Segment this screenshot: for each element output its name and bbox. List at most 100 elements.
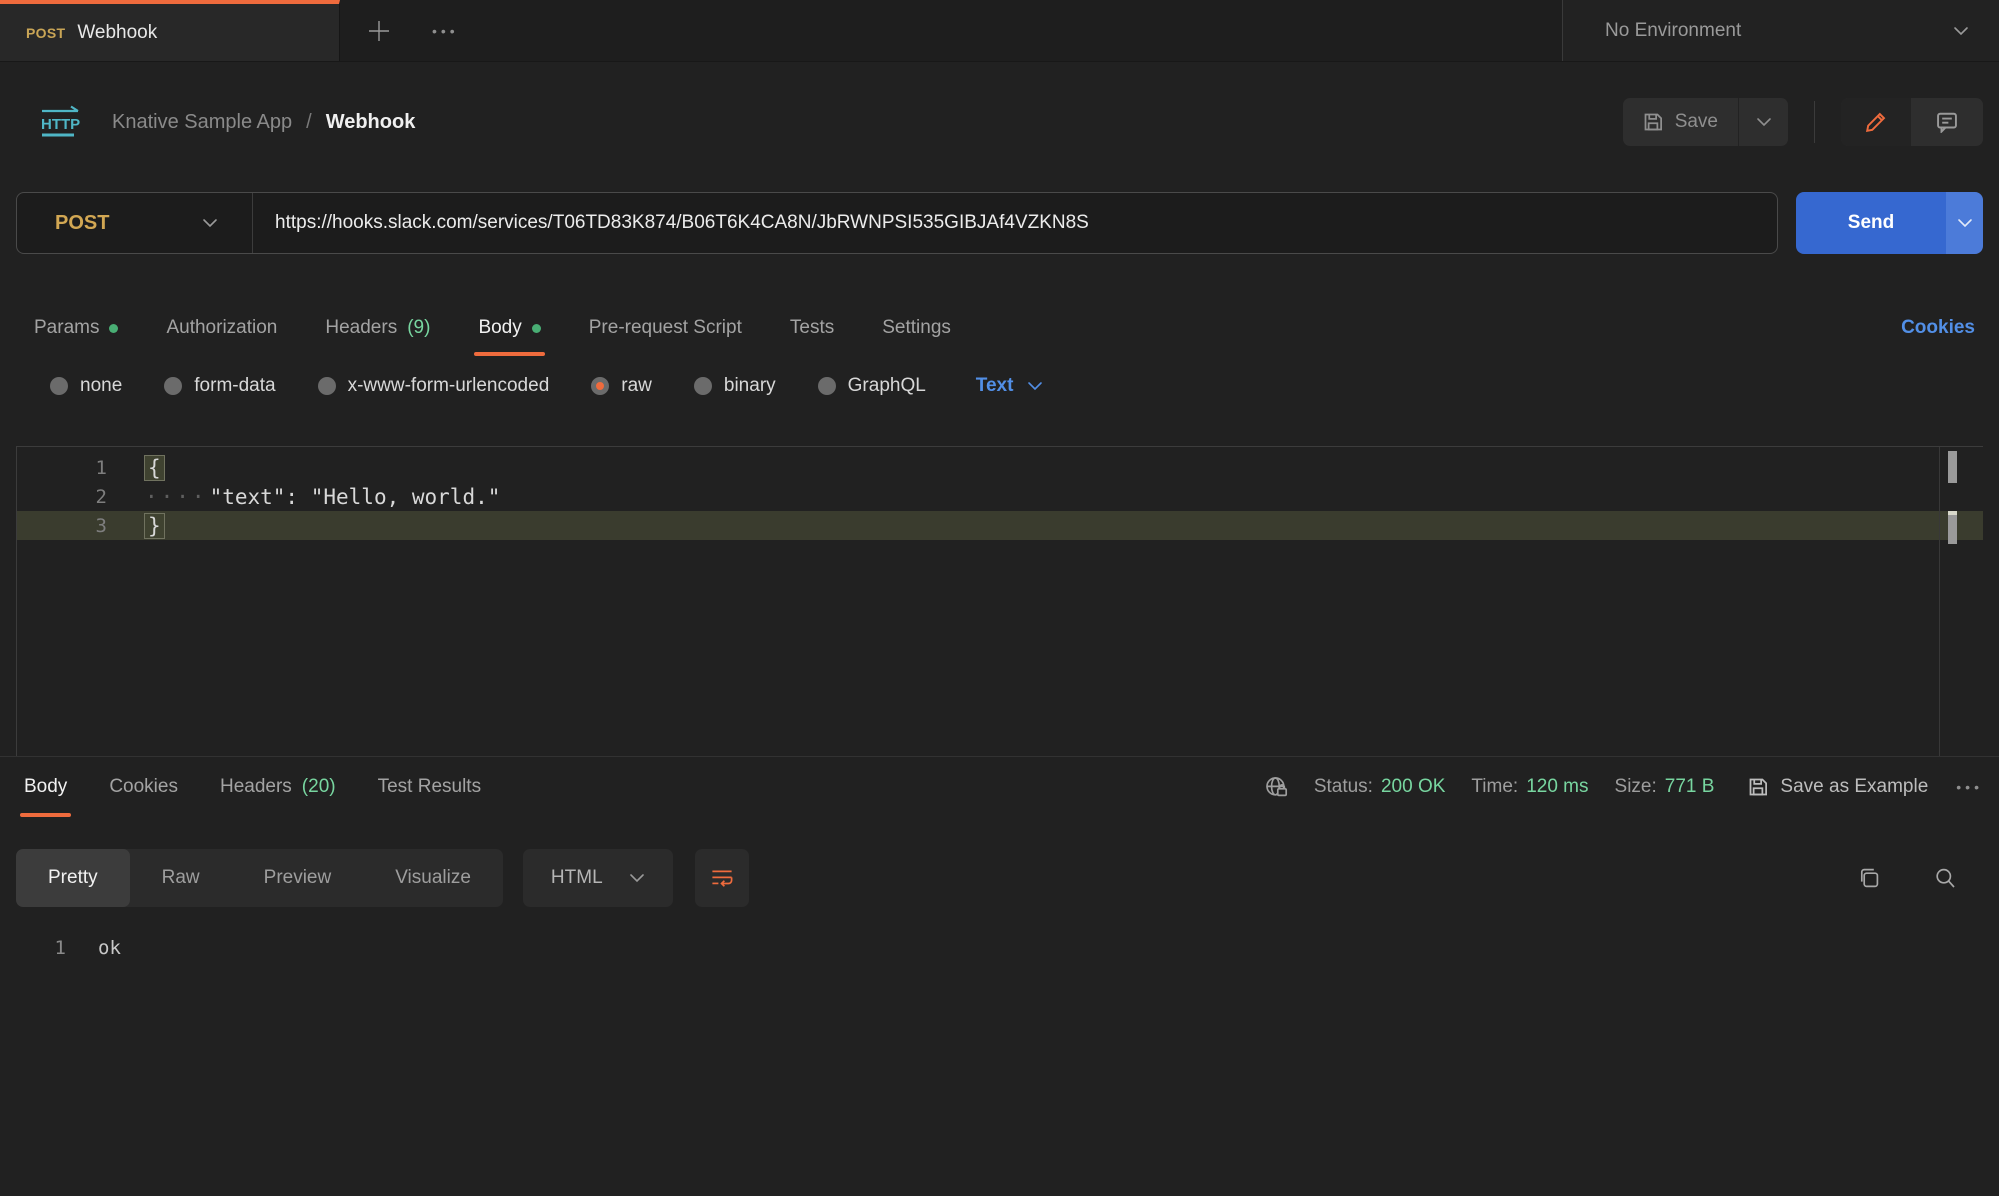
ruler-mark xyxy=(1948,451,1957,483)
method-selector[interactable]: POST xyxy=(17,193,253,253)
view-raw[interactable]: Raw xyxy=(130,849,232,907)
url-container: POST https://hooks.slack.com/services/T0… xyxy=(16,192,1778,254)
tab-settings-label: Settings xyxy=(882,317,951,339)
wrap-text-button[interactable] xyxy=(695,849,749,907)
copy-button[interactable] xyxy=(1857,866,1881,890)
response-tab-cookies-label: Cookies xyxy=(109,776,178,798)
tab-body-label: Body xyxy=(478,317,521,339)
send-split-button: Send xyxy=(1796,192,1983,254)
http-request-icon: HTTP xyxy=(38,105,88,139)
response-line: 1 ok xyxy=(0,933,1999,963)
method-label: POST xyxy=(55,212,109,235)
svg-text:HTTP: HTTP xyxy=(41,116,80,133)
environment-selector[interactable]: No Environment xyxy=(1562,0,1999,61)
mode-binary[interactable]: binary xyxy=(694,375,776,397)
save-options-button[interactable] xyxy=(1738,98,1788,146)
mode-graphql-label: GraphQL xyxy=(848,375,926,397)
search-button[interactable] xyxy=(1933,866,1957,890)
editor-line: 2 ····"text": "Hello, world." xyxy=(17,482,1983,511)
status-label: Status: xyxy=(1314,776,1373,798)
chevron-down-icon xyxy=(1957,218,1973,228)
comments-button[interactable] xyxy=(1911,98,1983,146)
mode-raw-label: raw xyxy=(621,375,652,397)
time-value[interactable]: 120 ms xyxy=(1526,776,1588,798)
globe-lock-icon xyxy=(1264,775,1288,799)
line-number: 2 xyxy=(17,486,107,508)
wrap-text-icon xyxy=(710,866,734,890)
tab-body[interactable]: Body xyxy=(478,300,540,356)
tab-authorization[interactable]: Authorization xyxy=(166,300,277,356)
tab-settings[interactable]: Settings xyxy=(882,300,951,356)
response-tab-test-results[interactable]: Test Results xyxy=(378,757,481,817)
mode-graphql[interactable]: GraphQL xyxy=(818,375,926,397)
tab-params[interactable]: Params xyxy=(34,300,118,356)
status-value[interactable]: 200 OK xyxy=(1381,776,1445,798)
response-tabs: Body Cookies Headers (20) Test Results xyxy=(24,757,481,817)
network-info-button[interactable] xyxy=(1264,775,1288,799)
mode-raw[interactable]: raw xyxy=(591,375,652,397)
view-visualize[interactable]: Visualize xyxy=(363,849,503,907)
tab-pre-request-script[interactable]: Pre-request Script xyxy=(589,300,742,356)
close-brace: } xyxy=(145,514,164,538)
breadcrumb-collection[interactable]: Knative Sample App xyxy=(112,111,292,134)
tab-options-button[interactable]: ••• xyxy=(432,23,459,39)
send-button-label: Send xyxy=(1848,212,1894,234)
header-actions: Save xyxy=(1623,98,1983,146)
vertical-divider xyxy=(1814,101,1815,143)
tab-tests-label: Tests xyxy=(790,317,834,339)
edit-request-button[interactable] xyxy=(1841,98,1911,146)
request-bar: POST https://hooks.slack.com/services/T0… xyxy=(16,192,1983,254)
raw-language-selector[interactable]: Text xyxy=(976,375,1044,397)
line-number: 1 xyxy=(0,937,66,959)
response-format-selector[interactable]: HTML xyxy=(523,849,673,907)
response-tab-cookies[interactable]: Cookies xyxy=(109,757,178,817)
tab-tests[interactable]: Tests xyxy=(790,300,834,356)
response-tab-body[interactable]: Body xyxy=(24,757,67,817)
breadcrumb-request-name[interactable]: Webhook xyxy=(326,111,416,134)
floppy-disk-icon xyxy=(1643,112,1663,132)
view-pretty[interactable]: Pretty xyxy=(16,849,130,907)
tab-method-label: POST xyxy=(26,25,65,41)
size-value[interactable]: 771 B xyxy=(1665,776,1715,798)
mode-none[interactable]: none xyxy=(50,375,122,397)
response-options-button[interactable]: ••• xyxy=(1956,779,1983,795)
editor-line: 1 { xyxy=(17,453,1983,482)
ruler-mark-cursor xyxy=(1948,511,1957,544)
tab-title-label: Webhook xyxy=(77,22,157,44)
radio-icon xyxy=(694,377,712,395)
green-dot-icon xyxy=(109,324,118,333)
response-body-viewer[interactable]: 1 ok xyxy=(0,933,1999,963)
chevron-down-icon xyxy=(202,218,218,228)
response-view-switcher: Pretty Raw Preview Visualize xyxy=(16,849,503,907)
time-pair: Time: 120 ms xyxy=(1471,776,1588,798)
line-number: 1 xyxy=(17,457,107,479)
radio-selected-icon xyxy=(591,377,609,395)
plus-icon xyxy=(366,18,392,44)
view-preview[interactable]: Preview xyxy=(232,849,364,907)
save-as-example-button[interactable]: Save as Example xyxy=(1748,776,1928,798)
raw-language-label: Text xyxy=(976,375,1014,397)
search-icon xyxy=(1933,866,1957,890)
editor-overview-ruler[interactable] xyxy=(1939,447,1983,756)
editor-active-line: 3 } xyxy=(17,511,1983,540)
url-input[interactable]: https://hooks.slack.com/services/T06TD83… xyxy=(253,212,1089,234)
mode-urlencoded[interactable]: x-www-form-urlencoded xyxy=(318,375,550,397)
active-tab-underline xyxy=(474,352,544,356)
radio-icon xyxy=(318,377,336,395)
save-button[interactable]: Save xyxy=(1623,98,1738,146)
environment-label: No Environment xyxy=(1605,20,1741,42)
tab-headers[interactable]: Headers (9) xyxy=(325,300,430,356)
radio-icon xyxy=(818,377,836,395)
request-tab[interactable]: POST Webhook xyxy=(0,0,340,61)
response-tab-headers[interactable]: Headers (20) xyxy=(220,757,336,817)
chevron-down-icon xyxy=(1027,381,1043,391)
mode-form-data[interactable]: form-data xyxy=(164,375,275,397)
send-options-button[interactable] xyxy=(1946,192,1983,254)
new-tab-button[interactable] xyxy=(366,18,392,44)
request-body-editor[interactable]: 1 { 2 ····"text": "Hello, world." 3 } xyxy=(16,446,1983,756)
request-tabs: Params Authorization Headers (9) Body Pr… xyxy=(0,300,1999,356)
tab-bar: POST Webhook ••• No Environment xyxy=(0,0,1999,62)
send-button[interactable]: Send xyxy=(1796,192,1946,254)
ellipsis-icon: ••• xyxy=(432,23,459,39)
cookies-link[interactable]: Cookies xyxy=(1901,317,1975,339)
